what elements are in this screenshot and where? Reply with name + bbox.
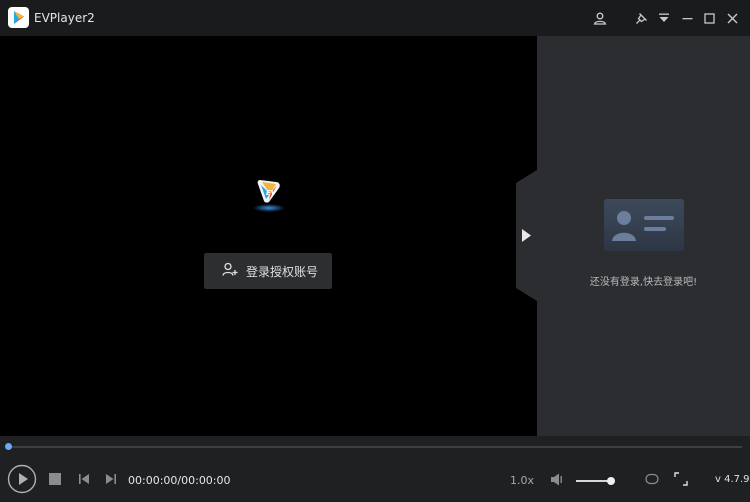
panel-toggle-button[interactable] (516, 170, 537, 301)
app-title: EVPlayer2 (34, 11, 95, 25)
volume-fill (576, 480, 612, 482)
menu-icon[interactable] (655, 9, 673, 27)
next-button[interactable] (104, 472, 118, 486)
playback-speed[interactable]: 1.0x (510, 474, 534, 487)
fullscreen-icon[interactable] (673, 471, 689, 487)
version-label: v 4.7.9 (715, 474, 750, 485)
login-button-label: 登录授权账号 (246, 264, 319, 279)
video-area[interactable]: EV 登录授权账号 (0, 36, 537, 436)
side-panel: 还没有登录,快去登录吧! (537, 36, 750, 436)
play-button[interactable] (7, 464, 37, 494)
volume-slider[interactable] (576, 477, 616, 485)
close-icon[interactable] (723, 9, 741, 27)
not-logged-in-message: 还没有登录,快去登录吧! (589, 277, 698, 288)
progress-knob[interactable] (5, 443, 12, 450)
user-icon[interactable] (591, 9, 609, 27)
app-logo-icon (8, 7, 29, 28)
pin-icon[interactable] (632, 9, 650, 27)
volume-knob[interactable] (607, 477, 616, 485)
progress-bar[interactable] (5, 443, 742, 450)
stop-button[interactable] (48, 472, 62, 486)
volume-icon[interactable] (549, 472, 565, 486)
evplayer-logo-icon: EV (250, 174, 288, 214)
title-bar: EVPlayer2 (0, 0, 750, 36)
time-display: 00:00:00/00:00:00 (128, 474, 231, 487)
id-card-icon (604, 199, 684, 251)
control-bar: 00:00:00/00:00:00 1.0x v 4.7.9 (0, 436, 750, 502)
logo-text: EV (266, 189, 277, 197)
minimize-icon[interactable] (678, 9, 696, 27)
player-window: EVPlayer2 EV 登录授权账号 还没有登录,快去登录吧! 00:00:0… (0, 0, 750, 502)
add-user-icon (222, 262, 238, 281)
maximize-icon[interactable] (700, 9, 718, 27)
previous-button[interactable] (77, 472, 91, 486)
loop-icon[interactable] (644, 472, 660, 486)
login-authorized-account-button[interactable]: 登录授权账号 (204, 253, 332, 289)
